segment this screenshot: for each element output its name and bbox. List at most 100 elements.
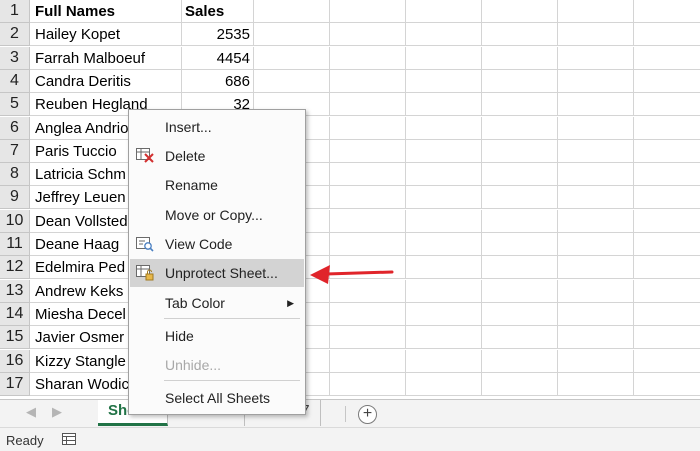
- empty-cell[interactable]: [634, 70, 700, 93]
- empty-cell[interactable]: [330, 209, 406, 233]
- menu-item-select-all-sheets[interactable]: Select All Sheets: [130, 384, 304, 412]
- row-header[interactable]: 8: [0, 163, 30, 187]
- row-header[interactable]: 7: [0, 139, 30, 163]
- empty-cell[interactable]: [558, 349, 634, 373]
- empty-cell[interactable]: [406, 163, 482, 187]
- empty-cell[interactable]: [406, 256, 482, 280]
- row-header[interactable]: 11: [0, 233, 30, 256]
- cell-sales[interactable]: 686: [182, 69, 254, 93]
- row-header[interactable]: 10: [0, 209, 30, 233]
- scroll-right-icon[interactable]: ▶: [52, 404, 62, 420]
- menu-item-tab-color[interactable]: Tab Color ▶: [130, 289, 304, 317]
- empty-cell[interactable]: [330, 93, 406, 117]
- row-header[interactable]: 12: [0, 256, 30, 280]
- empty-cell[interactable]: [634, 350, 700, 373]
- empty-cell[interactable]: [406, 139, 482, 163]
- empty-cell[interactable]: [558, 46, 634, 70]
- empty-cell[interactable]: [482, 23, 558, 47]
- empty-cell[interactable]: [330, 0, 406, 23]
- empty-cell[interactable]: [406, 116, 482, 140]
- empty-cell[interactable]: [254, 23, 330, 47]
- empty-cell[interactable]: [482, 116, 558, 140]
- empty-cell[interactable]: [558, 372, 634, 396]
- empty-cell[interactable]: [634, 373, 700, 396]
- empty-cell[interactable]: [634, 233, 700, 256]
- empty-cell[interactable]: [482, 302, 558, 326]
- empty-cell[interactable]: [482, 139, 558, 163]
- empty-cell[interactable]: [330, 233, 406, 256]
- row-header[interactable]: 17: [0, 372, 30, 396]
- empty-cell[interactable]: [634, 0, 700, 23]
- menu-item-delete[interactable]: Delete: [130, 142, 304, 170]
- empty-cell[interactable]: [558, 302, 634, 326]
- empty-cell[interactable]: [406, 349, 482, 373]
- empty-cell[interactable]: [406, 233, 482, 256]
- empty-cell[interactable]: [330, 23, 406, 47]
- empty-cell[interactable]: [558, 186, 634, 210]
- empty-cell[interactable]: [406, 302, 482, 326]
- empty-cell[interactable]: [254, 0, 330, 23]
- row-header[interactable]: 2: [0, 23, 30, 47]
- empty-cell[interactable]: [406, 46, 482, 70]
- empty-cell[interactable]: [634, 210, 700, 233]
- empty-cell[interactable]: [482, 163, 558, 187]
- row-header[interactable]: 1: [0, 0, 30, 23]
- row-header[interactable]: 13: [0, 279, 30, 303]
- empty-cell[interactable]: [330, 372, 406, 396]
- empty-cell[interactable]: [406, 69, 482, 93]
- row-header[interactable]: 15: [0, 326, 30, 350]
- empty-cell[interactable]: [634, 23, 700, 47]
- empty-cell[interactable]: [482, 93, 558, 117]
- empty-cell[interactable]: [558, 0, 634, 23]
- row-header[interactable]: 9: [0, 186, 30, 210]
- empty-cell[interactable]: [406, 186, 482, 210]
- row-header[interactable]: 3: [0, 46, 30, 70]
- menu-item-insert[interactable]: Insert...: [130, 113, 304, 141]
- empty-cell[interactable]: [558, 139, 634, 163]
- empty-cell[interactable]: [330, 69, 406, 93]
- empty-cell[interactable]: [558, 256, 634, 280]
- empty-cell[interactable]: [558, 69, 634, 93]
- empty-cell[interactable]: [558, 23, 634, 47]
- row-header[interactable]: 4: [0, 69, 30, 93]
- empty-cell[interactable]: [634, 280, 700, 303]
- empty-cell[interactable]: [634, 93, 700, 117]
- empty-cell[interactable]: [482, 233, 558, 256]
- cell-sales[interactable]: 4454: [182, 46, 254, 70]
- empty-cell[interactable]: [558, 326, 634, 350]
- empty-cell[interactable]: [558, 233, 634, 256]
- empty-cell[interactable]: [482, 69, 558, 93]
- worksheet-grid[interactable]: 1 Full Names Sales 2 Hailey Kopet 2535 3 Farrah…: [0, 0, 700, 399]
- empty-cell[interactable]: [634, 163, 700, 187]
- empty-cell[interactable]: [482, 256, 558, 280]
- empty-cell[interactable]: [558, 116, 634, 140]
- empty-cell[interactable]: [482, 372, 558, 396]
- empty-cell[interactable]: [634, 186, 700, 210]
- empty-cell[interactable]: [634, 47, 700, 70]
- menu-item-hide[interactable]: Hide: [130, 322, 304, 350]
- macro-record-icon[interactable]: [62, 433, 76, 445]
- menu-item-unprotect-sheet[interactable]: Unprotect Sheet...: [130, 259, 304, 287]
- cell-sales[interactable]: Sales: [182, 0, 254, 23]
- empty-cell[interactable]: [558, 279, 634, 303]
- empty-cell[interactable]: [482, 186, 558, 210]
- empty-cell[interactable]: [254, 69, 330, 93]
- empty-cell[interactable]: [406, 372, 482, 396]
- empty-cell[interactable]: [482, 349, 558, 373]
- empty-cell[interactable]: [634, 303, 700, 326]
- empty-cell[interactable]: [406, 93, 482, 117]
- empty-cell[interactable]: [406, 0, 482, 23]
- empty-cell[interactable]: [558, 209, 634, 233]
- empty-cell[interactable]: [330, 139, 406, 163]
- empty-cell[interactable]: [406, 23, 482, 47]
- cell-name[interactable]: Hailey Kopet: [30, 23, 182, 47]
- empty-cell[interactable]: [406, 326, 482, 350]
- row-header[interactable]: 16: [0, 349, 30, 373]
- empty-cell[interactable]: [330, 163, 406, 187]
- cell-sales[interactable]: 2535: [182, 23, 254, 47]
- cell-name[interactable]: Farrah Malboeuf: [30, 46, 182, 70]
- empty-cell[interactable]: [406, 209, 482, 233]
- empty-cell[interactable]: [634, 256, 700, 280]
- empty-cell[interactable]: [482, 209, 558, 233]
- empty-cell[interactable]: [558, 163, 634, 187]
